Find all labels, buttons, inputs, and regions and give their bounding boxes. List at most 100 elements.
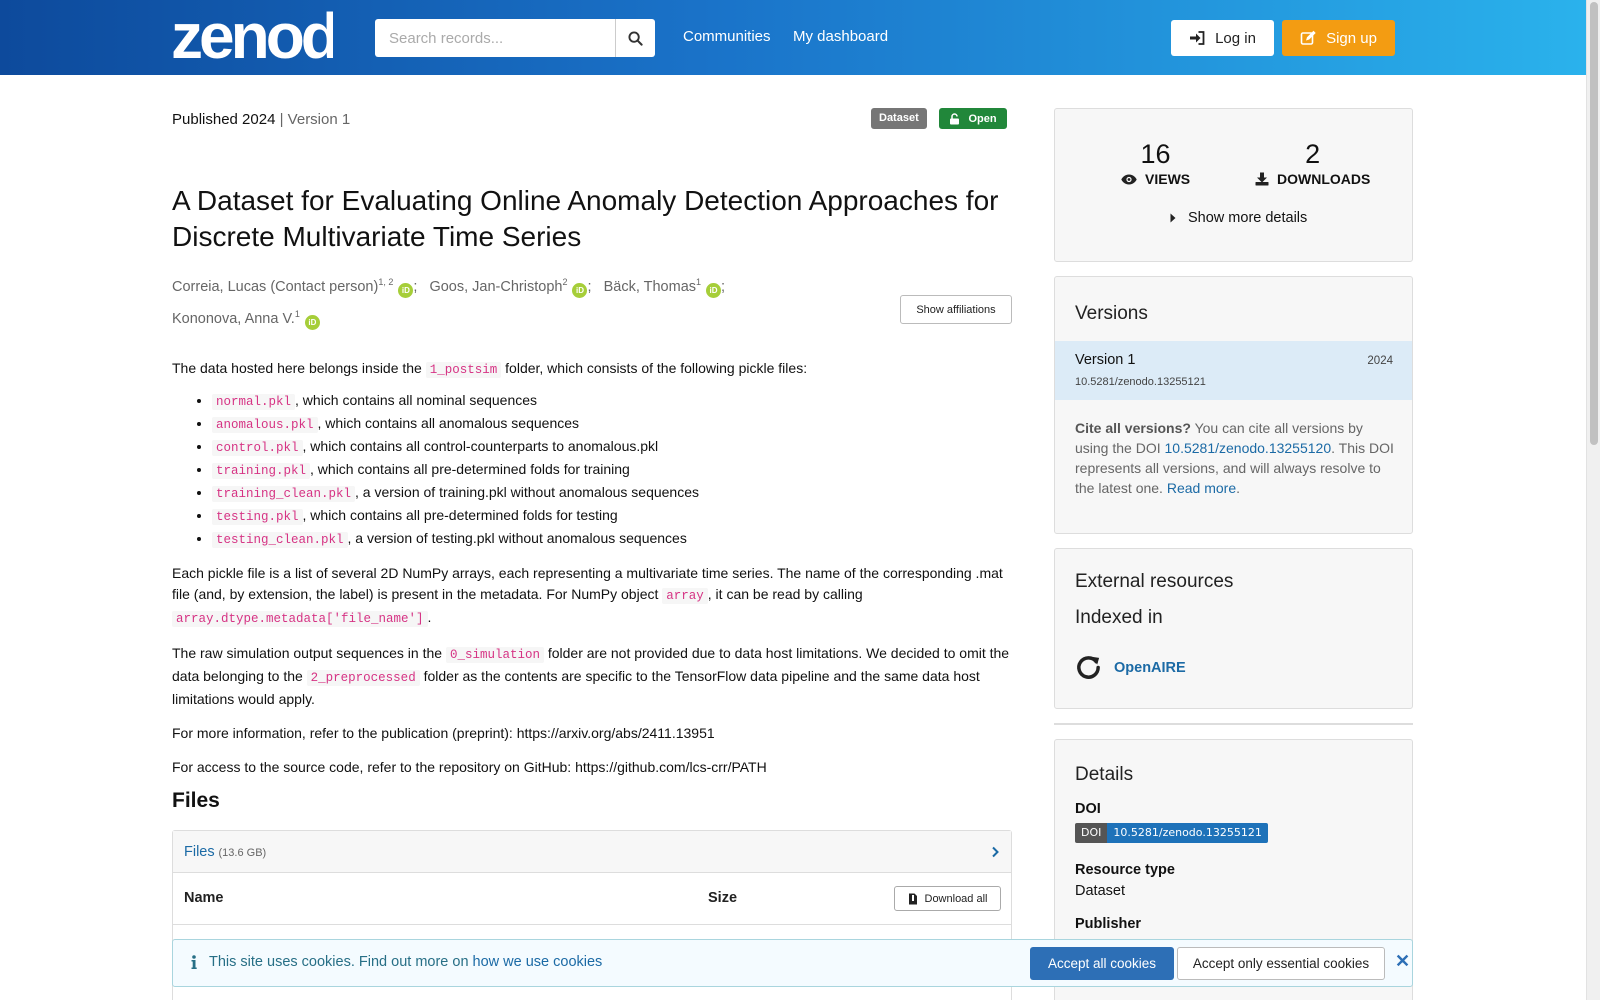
- logo-text: zenodo: [171, 6, 333, 64]
- indexed-in-title: Indexed in: [1075, 607, 1163, 628]
- creator[interactable]: Goos, Jan-Christoph2 iD: [429, 277, 588, 298]
- list-item: testing_clean.pkl, a version of testing.…: [212, 528, 1012, 551]
- description-paragraph: For more information, refer to the publi…: [172, 725, 715, 741]
- openaire-link[interactable]: OpenAIRE: [1075, 654, 1186, 681]
- nav-communities[interactable]: Communities: [683, 28, 771, 45]
- list-item: training_clean.pkl, a version of trainin…: [212, 482, 1012, 505]
- text: The data hosted here belongs inside the: [172, 360, 422, 376]
- doi-badge-prefix: DOI: [1075, 823, 1108, 843]
- close-icon[interactable]: ✕: [1395, 951, 1410, 972]
- separator: ;: [413, 278, 418, 295]
- affiliation-index: 1, 2: [378, 277, 394, 287]
- login-button[interactable]: Log in: [1171, 20, 1274, 56]
- cite-all-versions: Cite all versions? You can cite all vers…: [1075, 418, 1395, 498]
- downloads-label: DOWNLOADS: [1277, 171, 1371, 187]
- text: , which contains all anomalous sequences: [317, 415, 580, 431]
- openaire-label: OpenAIRE: [1114, 659, 1186, 676]
- orcid-icon[interactable]: iD: [398, 282, 414, 298]
- zenodo-logo[interactable]: zenodo: [171, 6, 333, 64]
- publication-info: Published 2024 | Version 1: [172, 111, 350, 128]
- show-more-details-toggle[interactable]: Show more details: [1170, 210, 1307, 226]
- inline-code: training.pkl: [212, 463, 311, 479]
- accept-essential-cookies-button[interactable]: Accept only essential cookies: [1177, 947, 1385, 980]
- list-item: testing.pkl, which contains all pre-dete…: [212, 505, 1012, 528]
- search-input[interactable]: [375, 19, 615, 57]
- resource-type-badge: Dataset: [871, 108, 927, 129]
- text: , which contains all nominal sequences: [295, 392, 538, 408]
- files-accordion-header[interactable]: Files (13.6 GB): [173, 831, 1011, 873]
- version-label: Version 1: [287, 111, 351, 128]
- details-title: Details: [1075, 764, 1134, 785]
- access-label: Open: [968, 112, 997, 125]
- inline-code: testing.pkl: [212, 509, 303, 525]
- search-bar: [375, 19, 655, 57]
- creator[interactable]: Bäck, Thomas1 iD: [603, 277, 722, 298]
- resource-type-value: Dataset: [1075, 883, 1125, 899]
- external-resources-title: External resources: [1075, 571, 1234, 592]
- downloads-count: 2: [1305, 139, 1321, 169]
- search-icon: [628, 30, 643, 46]
- concept-doi-link[interactable]: 10.5281/zenodo.13255120: [1165, 440, 1332, 456]
- page-scrollbar[interactable]: [1586, 0, 1600, 1000]
- column-size: Size: [708, 890, 738, 906]
- eye-icon: [1121, 174, 1137, 184]
- orcid-icon[interactable]: iD: [706, 282, 722, 298]
- caret-right-icon: [1170, 213, 1176, 223]
- read-more-link[interactable]: Read more: [1167, 480, 1236, 496]
- info-icon: [191, 955, 197, 969]
- show-affiliations-button[interactable]: Show affiliations: [900, 295, 1012, 324]
- text: .: [1236, 480, 1240, 496]
- inline-code: anomalous.pkl: [212, 417, 318, 433]
- creator-name: Goos, Jan-Christoph: [429, 278, 563, 295]
- show-more-label: Show more details: [1188, 210, 1308, 226]
- list-item: normal.pkl, which contains all nominal s…: [212, 390, 1012, 413]
- openaire-icon: [1077, 656, 1100, 679]
- inline-code: array: [662, 588, 708, 604]
- text: , which contains all pre-determined fold…: [302, 507, 618, 523]
- text: folder, which consists of the following …: [505, 360, 808, 376]
- text: The raw simulation output sequences in t…: [172, 645, 443, 661]
- scrollbar-thumb[interactable]: [1590, 2, 1598, 445]
- downloads-stat: 2 DOWNLOADS: [1255, 139, 1370, 187]
- download-all-button[interactable]: Download all: [894, 886, 1001, 911]
- inline-code: training_clean.pkl: [212, 486, 356, 502]
- creator-name: Correia, Lucas (Contact person): [172, 278, 379, 295]
- views-stat: 16 VIEWS: [1121, 139, 1190, 187]
- cookie-text: This site uses cookies. Find out more on: [209, 954, 469, 970]
- files-heading: Files: [172, 789, 220, 812]
- creator-name: Bäck, Thomas: [603, 278, 697, 295]
- cookie-banner: This site uses cookies. Find out more on…: [172, 939, 1413, 987]
- separator: ;: [587, 278, 592, 295]
- search-button[interactable]: [615, 19, 655, 57]
- cookie-policy-link[interactable]: how we use cookies: [473, 954, 603, 970]
- creator-name: Kononova, Anna V.: [172, 310, 295, 327]
- separator: ;: [721, 278, 726, 295]
- text: , a version of testing.pkl without anoma…: [347, 530, 687, 546]
- accept-all-cookies-button[interactable]: Accept all cookies: [1030, 947, 1174, 980]
- stats-card: 16 VIEWS 2 DOWNLOADS Show more details: [1054, 108, 1413, 262]
- pickle-file-list: normal.pkl, which contains all nominal s…: [212, 390, 1012, 551]
- inline-code: array.dtype.metadata['file_name']: [172, 611, 428, 627]
- signup-button[interactable]: Sign up: [1282, 20, 1395, 56]
- cite-question: Cite all versions?: [1075, 420, 1191, 436]
- affiliation-index: 1: [696, 277, 702, 287]
- description-paragraph: For access to the source code, refer to …: [172, 759, 767, 775]
- column-name: Name: [184, 890, 224, 906]
- creator[interactable]: Kononova, Anna V.1 iD: [172, 308, 320, 330]
- files-table-header: Name Size Download all: [173, 873, 1011, 925]
- creator[interactable]: Correia, Lucas (Contact person)1, 2 iD: [172, 277, 414, 298]
- text: , it can be read by calling: [707, 586, 863, 602]
- version-item-doi: 10.5281/zenodo.13255121: [1075, 376, 1206, 388]
- orcid-icon[interactable]: iD: [304, 314, 320, 330]
- affiliation-index: 1: [294, 308, 300, 319]
- nav-my-dashboard[interactable]: My dashboard: [793, 28, 888, 45]
- record-description: The data hosted here belongs inside the …: [172, 358, 1012, 791]
- versions-title: Versions: [1075, 303, 1148, 324]
- text: , a version of training.pkl without anom…: [355, 484, 700, 500]
- list-item: control.pkl, which contains all control-…: [212, 436, 1012, 459]
- doi-badge[interactable]: DOI 10.5281/zenodo.13255121: [1075, 823, 1268, 843]
- version-item-year: 2024: [1367, 355, 1393, 367]
- version-item[interactable]: Version 1 2024 10.5281/zenodo.13255121: [1055, 341, 1412, 400]
- access-badge: Open: [939, 108, 1007, 129]
- orcid-icon[interactable]: iD: [572, 282, 588, 298]
